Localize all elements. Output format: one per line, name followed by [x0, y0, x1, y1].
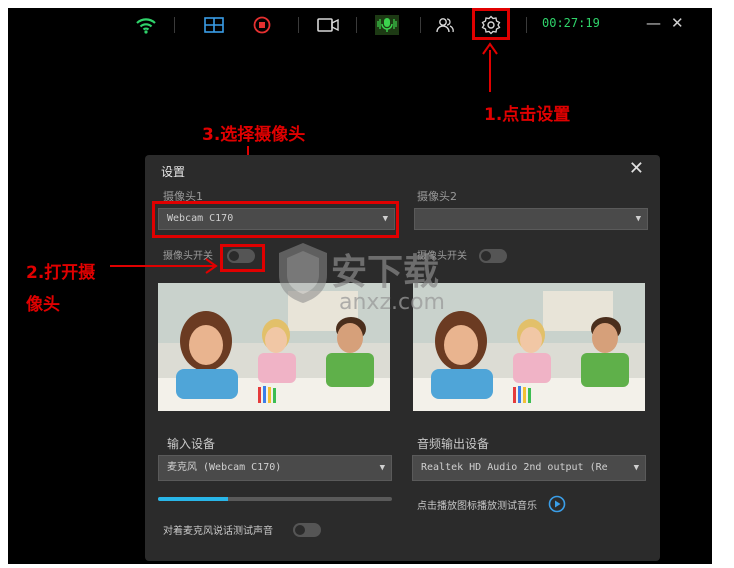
minimize-button[interactable]: —	[646, 14, 661, 32]
watermark-text: 安下载	[331, 252, 440, 293]
close-window-button[interactable]: ✕	[671, 14, 684, 32]
input-device-select[interactable]: 麦克风 (Webcam C170) ▼	[158, 455, 392, 481]
toolbar-divider	[356, 17, 357, 33]
camera-toggle-highlight-box	[220, 244, 265, 272]
camera-select-highlight-box	[152, 201, 399, 238]
output-device-select[interactable]: Realtek HD Audio 2nd output (Re ▼	[412, 455, 646, 481]
layout-grid-icon[interactable]	[200, 8, 228, 42]
play-icon[interactable]	[548, 495, 566, 517]
step2-annotation-line2: 像头	[26, 295, 60, 315]
dropdown-arrow-icon: ▼	[635, 214, 641, 224]
dialog-close-button[interactable]: ✕	[629, 158, 644, 179]
step2-annotation-line1: 2.打开摄	[26, 263, 96, 283]
mic-level-bar	[158, 497, 392, 501]
dropdown-arrow-icon: ▼	[379, 463, 385, 473]
record-icon[interactable]	[248, 8, 276, 42]
output-device-value: Realtek HD Audio 2nd output (Re	[421, 462, 608, 473]
input-device-value: 麦克风 (Webcam C170)	[167, 462, 282, 473]
watermark-url: anxz.com	[339, 290, 445, 315]
settings-highlight-box	[472, 8, 510, 40]
watermark-logo	[275, 241, 331, 309]
arrow-up-icon	[482, 42, 498, 92]
step1-annotation: 1.点击设置	[484, 105, 571, 125]
camera2-select[interactable]: ▼	[414, 208, 648, 230]
input-device-label: 输入设备	[167, 437, 216, 451]
mic-test-label: 对着麦克风说话测试声音	[163, 526, 273, 537]
camera2-label: 摄像头2	[417, 190, 457, 203]
session-timer: 00:27:19	[542, 16, 600, 30]
wifi-icon[interactable]	[132, 8, 160, 42]
camera2-toggle[interactable]	[479, 249, 507, 263]
toolbar-divider	[526, 17, 527, 33]
arrow-right-icon	[110, 258, 218, 274]
microphone-icon[interactable]	[372, 8, 402, 42]
toolbar-divider	[298, 17, 299, 33]
mic-level-fill	[158, 497, 229, 501]
dialog-title: 设置	[161, 165, 186, 179]
output-device-label: 音频输出设备	[417, 437, 490, 451]
play-test-label: 点击播放图标播放测试音乐	[417, 501, 537, 512]
users-icon[interactable]	[432, 8, 458, 42]
mic-test-toggle[interactable]	[293, 523, 321, 537]
toolbar-divider	[420, 17, 421, 33]
step3-annotation: 3.选择摄像头	[202, 125, 306, 145]
camera2-preview	[413, 283, 645, 411]
app-window: 00:27:19 — ✕ 1.点击设置 3.选择摄像头 设置 ✕ 摄像头1 摄像…	[8, 8, 712, 564]
toolbar-divider	[174, 17, 175, 33]
camera-icon[interactable]	[313, 8, 343, 42]
dropdown-arrow-icon: ▼	[629, 456, 639, 480]
